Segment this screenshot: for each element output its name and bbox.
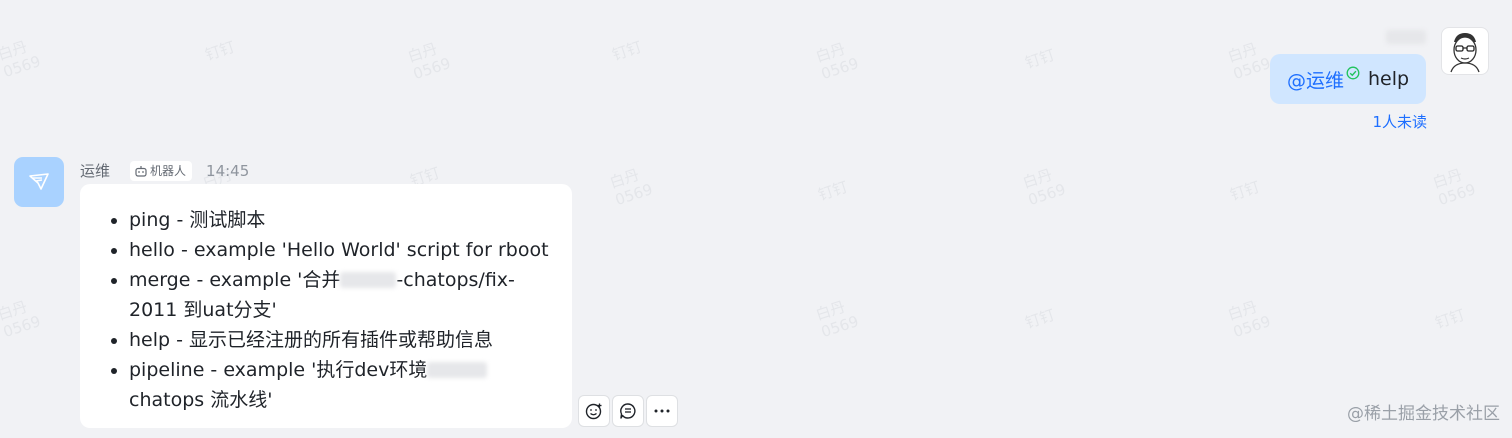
watermark: 钉钉 xyxy=(202,37,238,65)
watermark: 钉钉 xyxy=(815,177,851,205)
watermark: 钉钉 xyxy=(1022,45,1058,73)
source-watermark: @稀土掘金技术社区 xyxy=(1347,404,1500,424)
watermark: 钉钉 xyxy=(1022,305,1058,333)
more-button[interactable] xyxy=(646,395,678,427)
watermark: 白丹0569 xyxy=(1430,165,1478,210)
user-avatar-icon xyxy=(1450,33,1480,73)
watermark: 白丹0569 xyxy=(0,297,43,342)
more-icon xyxy=(654,409,670,413)
redacted-text xyxy=(427,362,488,378)
list-item: pipeline - example '执行dev环境chatops 流水线' xyxy=(129,355,558,415)
command-list: ping - 测试脚本 hello - example 'Hello World… xyxy=(106,205,558,415)
list-item: hello - example 'Hello World' script for… xyxy=(129,235,558,265)
watermark: 钉钉 xyxy=(1227,177,1263,205)
redacted-text xyxy=(340,272,397,288)
sender-name[interactable]: 运维 xyxy=(80,160,110,181)
message-text: help xyxy=(1368,68,1410,90)
watermark: 白丹0569 xyxy=(405,39,453,84)
bot-logo-icon xyxy=(29,173,49,190)
watermark: 白丹0569 xyxy=(0,37,43,82)
robot-icon xyxy=(135,165,147,177)
watermark: 白丹0569 xyxy=(813,297,861,342)
sender-row: 运维 机器人 14:45 xyxy=(80,160,249,181)
unread-status[interactable]: 1人未读 xyxy=(1372,111,1427,132)
message-actions xyxy=(578,395,678,427)
list-item: ping - 测试脚本 xyxy=(129,205,558,235)
reply-button[interactable] xyxy=(612,395,644,427)
sender-name-redacted xyxy=(1386,30,1426,44)
watermark: 白丹0569 xyxy=(1020,165,1068,210)
bot-badge: 机器人 xyxy=(130,160,193,181)
watermark: 钉钉 xyxy=(609,37,645,65)
list-item: help - 显示已经注册的所有插件或帮助信息 xyxy=(129,325,558,355)
watermark: 白丹0569 xyxy=(1225,297,1273,342)
incoming-bubble[interactable]: ping - 测试脚本 hello - example 'Hello World… xyxy=(80,184,572,428)
watermark: 白丹0569 xyxy=(813,39,861,84)
outgoing-bubble[interactable]: @运维 help xyxy=(1270,54,1426,104)
read-check-icon xyxy=(1346,66,1360,80)
emoji-reaction-icon xyxy=(585,403,602,420)
watermark: 白丹0569 xyxy=(1225,39,1273,84)
message-time: 14:45 xyxy=(206,161,250,180)
bot-badge-label: 机器人 xyxy=(150,164,187,178)
emoji-reaction-button[interactable] xyxy=(578,395,610,427)
watermark: 白丹0569 xyxy=(607,165,655,210)
user-avatar[interactable] xyxy=(1441,27,1489,75)
bot-avatar[interactable] xyxy=(14,157,64,207)
mention-link[interactable]: @运维 xyxy=(1287,66,1344,93)
reply-icon xyxy=(620,403,636,419)
list-item: merge - example '合并-chatops/fix-2011 到ua… xyxy=(129,265,558,325)
watermark: 钉钉 xyxy=(1432,305,1468,333)
